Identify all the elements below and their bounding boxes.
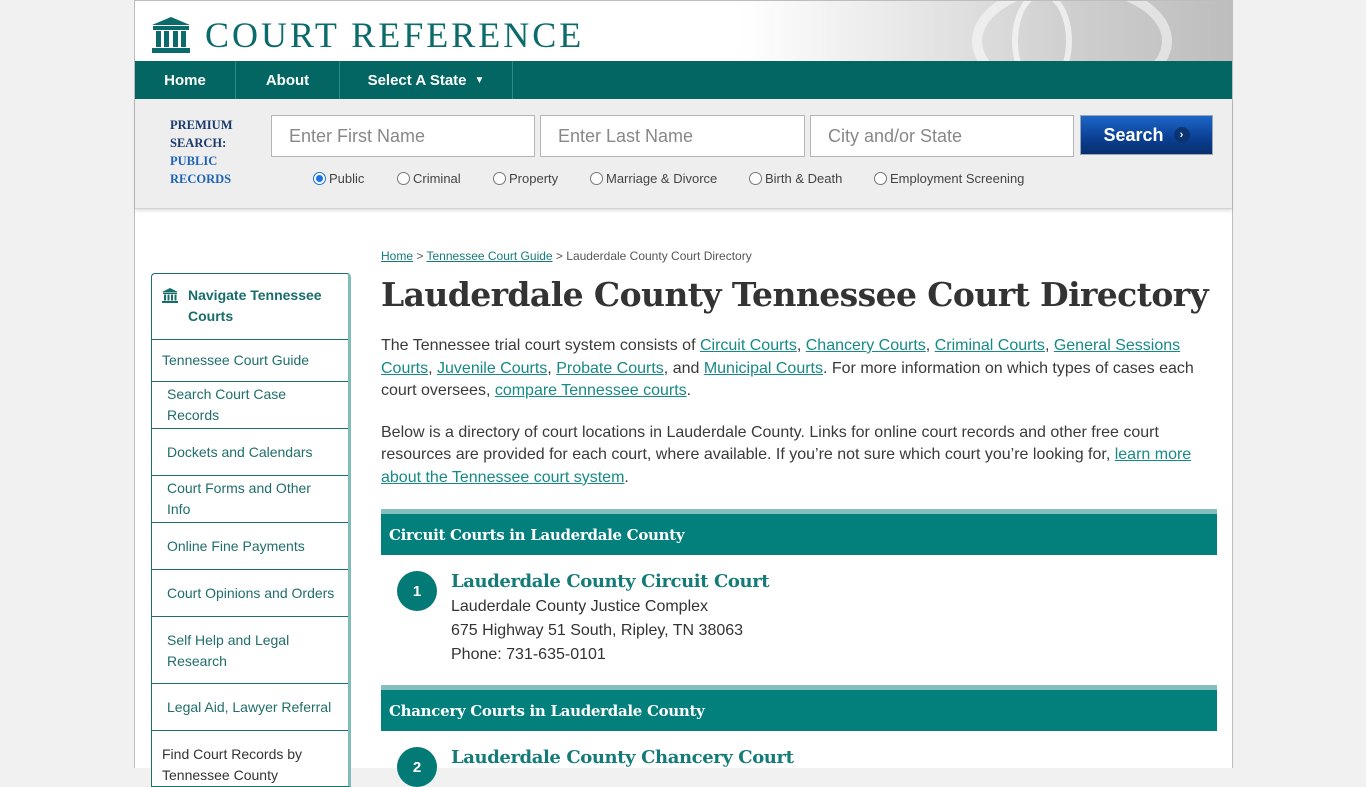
radio-button[interactable] [493, 172, 506, 185]
intro-text: The Tennessee trial court system consist… [381, 337, 700, 354]
court-name-link[interactable]: Lauderdale County Circuit Court [451, 569, 1217, 595]
banner-column-decoration [972, 1, 1172, 61]
court-address: 675 Highway 51 South, Ripley, TN 38063 [451, 622, 744, 639]
sidebar-item-self-help[interactable]: Self Help and Legal Research [152, 617, 348, 684]
nav-home-label: Home [164, 71, 206, 89]
court-number-badge: 2 [397, 747, 437, 787]
breadcrumb-separator: > [416, 249, 424, 263]
link-probate-courts[interactable]: Probate Courts [556, 360, 664, 377]
site-banner: COURT REFERENCE [135, 1, 1232, 61]
caret-down-icon: ▼ [474, 74, 485, 86]
first-name-input[interactable]: Enter First Name [271, 115, 535, 157]
link-circuit-courts[interactable]: Circuit Courts [700, 337, 797, 354]
court-listing: 1 Lauderdale County Circuit Court Lauder… [381, 569, 1217, 667]
premium-label-line: SEARCH: [170, 136, 227, 150]
sidebar-item-fine-payments[interactable]: Online Fine Payments [152, 523, 348, 570]
radio-label: Birth & Death [765, 171, 843, 186]
directory-intro-text: Below is a directory of court locations … [381, 423, 1159, 464]
intro-text: , [925, 337, 935, 354]
link-criminal-courts[interactable]: Criminal Courts [935, 337, 1045, 354]
directory-intro-text: . [624, 468, 629, 486]
sidebar-item-dockets[interactable]: Dockets and Calendars [152, 429, 348, 476]
intro-text: . [686, 382, 692, 399]
nav-about-label: About [265, 71, 310, 89]
radio-button[interactable] [397, 172, 410, 185]
intro-text: , [428, 359, 438, 377]
premium-label-line: RECORDS [170, 172, 232, 186]
sidebar-item-opinions[interactable]: Court Opinions and Orders [152, 570, 348, 617]
nav-select-state-label: Select A State [367, 71, 467, 89]
breadcrumb: Home > Tennessee Court Guide > Lauderdal… [381, 249, 1217, 263]
sidebar-item-search-records[interactable]: Search Court Case Records [152, 382, 348, 429]
intro-text: , and [663, 359, 704, 377]
directory-intro-paragraph: Below is a directory of court locations … [381, 422, 1217, 490]
sidebar-title: Navigate Tennessee Courts [188, 287, 322, 324]
radio-label: Marriage & Divorce [606, 171, 718, 186]
sidebar-nav: Navigate Tennessee Courts Tennessee Cour… [151, 273, 351, 787]
radio-button[interactable] [590, 172, 603, 185]
breadcrumb-home[interactable]: Home [381, 249, 413, 263]
intro-paragraph: The Tennessee trial court system consist… [381, 335, 1217, 403]
radio-public[interactable]: Public [313, 171, 397, 186]
intro-text: , [1044, 337, 1054, 354]
radio-button[interactable] [874, 172, 887, 185]
radio-property[interactable]: Property [493, 171, 590, 186]
radio-label: Property [509, 171, 559, 186]
nav-select-state[interactable]: Select A State ▼ [340, 61, 513, 99]
section-heading-circuit: Circuit Courts in Lauderdale County [381, 509, 1217, 555]
main-content: Home > Tennessee Court Guide > Lauderdal… [381, 249, 1217, 787]
intro-text: , [796, 337, 806, 354]
site-logo[interactable]: COURT REFERENCE [151, 16, 584, 54]
banner-column-decoration [1012, 1, 1072, 61]
intro-text: , [547, 359, 557, 377]
court-name-link[interactable]: Lauderdale County Chancery Court [451, 745, 1217, 771]
radio-employment-screening[interactable]: Employment Screening [874, 171, 1024, 186]
breadcrumb-court-guide[interactable]: Tennessee Court Guide [427, 249, 553, 263]
radio-criminal[interactable]: Criminal [397, 171, 493, 186]
search-button-label: Search [1103, 124, 1164, 145]
search-type-options: Public Criminal Property Marriage & Divo… [313, 171, 1024, 186]
court-listing: 2 Lauderdale County Chancery Court [381, 745, 1217, 787]
premium-label-line: PUBLIC [170, 154, 218, 168]
section-heading-chancery: Chancery Courts in Lauderdale County [381, 685, 1217, 731]
breadcrumb-separator: > [555, 249, 563, 263]
logo-text: COURT REFERENCE [205, 15, 585, 55]
court-building: Lauderdale County Justice Complex [451, 598, 709, 615]
premium-search-label: PREMIUM SEARCH: PUBLIC RECORDS [170, 116, 233, 188]
page-container: COURT REFERENCE Home About Select A Stat… [134, 0, 1233, 787]
sidebar-item-legal-aid[interactable]: Legal Aid, Lawyer Referral [152, 684, 348, 731]
court-phone: Phone: 731-635-0101 [451, 646, 606, 663]
courthouse-icon [152, 17, 190, 53]
radio-button-selected[interactable] [313, 172, 326, 185]
sidebar-item-court-guide[interactable]: Tennessee Court Guide [152, 340, 348, 382]
breadcrumb-current: Lauderdale County Court Directory [566, 249, 752, 263]
radio-button[interactable] [749, 172, 762, 185]
radio-label: Public [329, 171, 365, 186]
sidebar-header: Navigate Tennessee Courts [152, 274, 348, 340]
link-compare-courts[interactable]: compare Tennessee courts [495, 382, 687, 399]
nav-home[interactable]: Home [135, 61, 236, 99]
link-chancery-courts[interactable]: Chancery Courts [806, 337, 926, 354]
page-title: Lauderdale County Tennessee Court Direct… [381, 275, 1209, 314]
premium-search-bar: PREMIUM SEARCH: PUBLIC RECORDS Enter Fir… [135, 99, 1232, 209]
link-juvenile-courts[interactable]: Juvenile Courts [437, 360, 547, 377]
premium-label-line: PREMIUM [170, 118, 233, 132]
sidebar-item-by-county[interactable]: Find Court Records by Tennessee County [152, 731, 348, 786]
court-number-badge: 1 [397, 571, 437, 611]
link-municipal-courts[interactable]: Municipal Courts [704, 360, 823, 377]
sidebar-item-court-forms[interactable]: Court Forms and Other Info [152, 476, 348, 523]
radio-birth-death[interactable]: Birth & Death [749, 171, 874, 186]
main-nav: Home About Select A State ▼ [135, 61, 1232, 99]
radio-marriage-divorce[interactable]: Marriage & Divorce [590, 171, 749, 186]
radio-label: Criminal [413, 171, 461, 186]
courthouse-icon [162, 288, 178, 303]
chevron-right-icon: › [1173, 127, 1190, 143]
nav-about[interactable]: About [236, 61, 340, 99]
radio-label: Employment Screening [890, 171, 1025, 186]
last-name-input[interactable]: Enter Last Name [540, 115, 805, 157]
city-state-input[interactable]: City and/or State [810, 115, 1074, 157]
search-button[interactable]: Search › [1080, 115, 1213, 155]
